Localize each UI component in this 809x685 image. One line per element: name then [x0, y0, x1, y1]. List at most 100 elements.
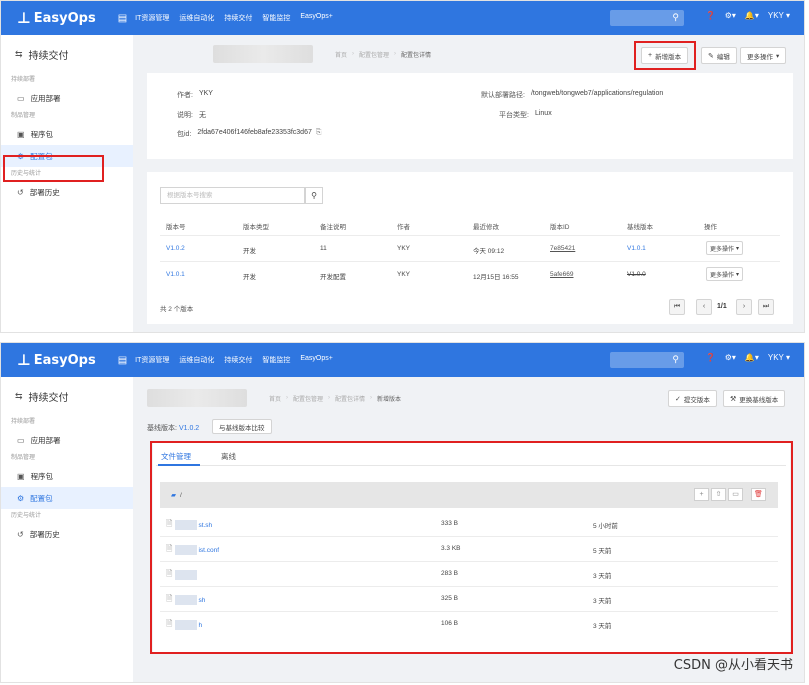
version-search-input[interactable]: 根据版本号搜索	[160, 187, 305, 204]
base-version-info: 基线版本: V1.0.2	[147, 424, 200, 433]
breadcrumb: 首页 › 配置包管理 › 配置包详情 › 新增版本	[147, 389, 401, 407]
nav-item-smart-monitor[interactable]: 智能监控	[262, 13, 290, 23]
file-name-link[interactable]: 🗎 st.sh	[166, 518, 212, 532]
edit-button[interactable]: ✎ 编辑	[701, 47, 737, 64]
nav-item-continuous-delivery[interactable]: 持续交付	[224, 13, 252, 23]
delivery-icon: ⇆	[15, 390, 23, 401]
file-time: 3 天前	[593, 598, 612, 605]
nav-item-continuous-delivery[interactable]: 持续交付	[224, 355, 252, 365]
active-tab-indicator	[158, 464, 200, 466]
user-menu[interactable]: YKY ▾	[768, 353, 790, 362]
csdn-watermark: CSDN @从小看天书	[673, 658, 793, 673]
version-link[interactable]: V1.0.1	[166, 271, 185, 278]
history-icon: ↺	[17, 187, 24, 197]
nav-item-easyops-plus[interactable]: EasyOps+	[300, 13, 333, 23]
nav-item-it-resource[interactable]: IT资源管理	[135, 355, 169, 365]
info-deploy-path: 默认部署路径:/tongweb/tongweb7/applications/re…	[481, 90, 664, 99]
delete-button[interactable]: 🗑	[751, 488, 766, 501]
logo[interactable]: ⊥ EasyOps	[17, 9, 96, 27]
file-time: 3 天前	[593, 623, 612, 630]
table-header-action: 操作	[704, 224, 717, 231]
logo[interactable]: ⊥ EasyOps	[17, 351, 96, 369]
row-more-actions-button[interactable]: 更多操作 ▾	[706, 241, 744, 255]
sidebar-item-deploy-history[interactable]: ↺ 部署历史	[1, 523, 133, 545]
nav-item-easyops-plus[interactable]: EasyOps+	[300, 355, 333, 365]
check-icon: ✓	[675, 395, 681, 403]
file-manager-highlight-box	[150, 441, 793, 654]
sidebar-item-app-deploy[interactable]: ▭ 应用部署	[1, 429, 133, 451]
file-icon: 🗎	[166, 519, 173, 528]
search-icon: ⚲	[311, 191, 317, 200]
trash-icon: 🗑	[754, 491, 763, 498]
help-icon[interactable]: ❓	[706, 353, 716, 362]
file-name-link[interactable]: 🗎	[166, 568, 198, 582]
new-folder-button[interactable]: ▭	[728, 488, 743, 501]
version-search-button[interactable]: ⚲	[305, 187, 323, 204]
breadcrumb-config-detail[interactable]: 配置包详情	[335, 394, 365, 403]
menu-grid-icon[interactable]: ▤	[118, 355, 127, 366]
file-name-link[interactable]: 🗎 ist.conf	[166, 543, 219, 557]
breadcrumb-current: 新增版本	[377, 396, 402, 403]
caret-down-icon: ▾	[776, 52, 780, 60]
help-icon[interactable]: ❓	[706, 11, 716, 20]
sidebar-item-program-pkg[interactable]: ▣ 程序包	[1, 123, 133, 145]
tab-file-management[interactable]: 文件管理	[161, 451, 191, 462]
sidebar-item-program-pkg[interactable]: ▣ 程序包	[1, 465, 133, 487]
add-file-button[interactable]: +	[694, 488, 709, 501]
nav-item-smart-monitor[interactable]: 智能监控	[262, 355, 290, 365]
compare-with-base-button[interactable]: 与基线版本比较	[212, 419, 272, 434]
search-icon[interactable]: ⚲	[672, 12, 679, 23]
sidebar: ⇆ 持续交付 持续部署 ▭ 应用部署 制品管理 ▣ 程序包 ⚙ 配置包 历史与统…	[1, 377, 133, 682]
breadcrumb-config-mgmt[interactable]: 配置包管理	[293, 394, 323, 403]
file-icon: 🗎	[166, 594, 173, 603]
version-id-link[interactable]: 7e85421	[550, 245, 575, 252]
next-page-button[interactable]: ›	[736, 299, 752, 315]
sidebar-item-app-deploy[interactable]: ▭ 应用部署	[1, 87, 133, 109]
more-actions-button[interactable]: 更多操作 ▾	[740, 47, 787, 64]
settings-icon[interactable]: ⚙▾	[725, 11, 736, 20]
upload-button[interactable]: ⇧	[711, 488, 726, 501]
wrench-icon: ⚒	[730, 395, 737, 403]
version-modified: 今天 09:12	[473, 248, 505, 255]
base-version-link[interactable]: V1.0.2	[179, 425, 199, 432]
file-name-link[interactable]: 🗎 h	[166, 618, 202, 632]
global-search-input[interactable]: ⚲	[610, 352, 684, 368]
user-menu[interactable]: YKY ▾	[768, 11, 790, 20]
caret-down-icon: ▾	[736, 245, 740, 252]
nav-item-ops-automation[interactable]: 运维自动化	[179, 355, 214, 365]
version-link[interactable]: V1.0.2	[166, 245, 185, 252]
global-search-input[interactable]: ⚲	[610, 10, 684, 26]
row-divider	[160, 261, 780, 262]
sidebar-item-config-pkg[interactable]: ⚙ 配置包	[1, 487, 133, 509]
breadcrumb-config-mgmt[interactable]: 配置包管理	[359, 50, 389, 59]
row-more-actions-button[interactable]: 更多操作 ▾	[706, 267, 744, 281]
menu-grid-icon[interactable]: ▤	[118, 13, 127, 24]
breadcrumb-home[interactable]: 首页	[335, 50, 347, 59]
delivery-icon: ⇆	[15, 48, 23, 59]
file-time: 5 天前	[593, 548, 612, 555]
tab-offline[interactable]: 离线	[221, 451, 236, 462]
first-page-button[interactable]: ⏮	[669, 299, 685, 315]
nav-item-ops-automation[interactable]: 运维自动化	[179, 13, 214, 23]
bell-icon[interactable]: 🔔▾	[745, 353, 759, 362]
settings-icon[interactable]: ⚙▾	[725, 353, 736, 362]
package-icon: ▣	[17, 471, 25, 481]
file-size: 106 B	[441, 620, 458, 627]
prev-page-button[interactable]: ‹	[696, 299, 712, 315]
copy-icon[interactable]: ⎘	[316, 129, 322, 139]
base-version-link[interactable]: V1.0.1	[627, 245, 646, 252]
change-base-version-button[interactable]: ⚒ 更换基线版本	[723, 390, 786, 407]
table-header-modified: 最近修改	[473, 224, 499, 231]
nav-item-it-resource[interactable]: IT资源管理	[135, 13, 169, 23]
file-name-link[interactable]: 🗎 sh	[166, 593, 205, 607]
submit-version-button[interactable]: ✓ 提交版本	[668, 390, 717, 407]
breadcrumb-home[interactable]: 首页	[269, 394, 281, 403]
sidebar-item-deploy-history[interactable]: ↺ 部署历史	[1, 181, 133, 203]
last-page-button[interactable]: ⏭	[758, 299, 774, 315]
version-type: 开发	[243, 274, 256, 281]
version-id-link[interactable]: 5afe669	[550, 271, 574, 278]
search-icon[interactable]: ⚲	[672, 354, 679, 365]
bell-icon[interactable]: 🔔▾	[745, 11, 759, 20]
current-path: ▰ /	[171, 492, 182, 499]
table-header-version: 版本号	[166, 224, 186, 231]
